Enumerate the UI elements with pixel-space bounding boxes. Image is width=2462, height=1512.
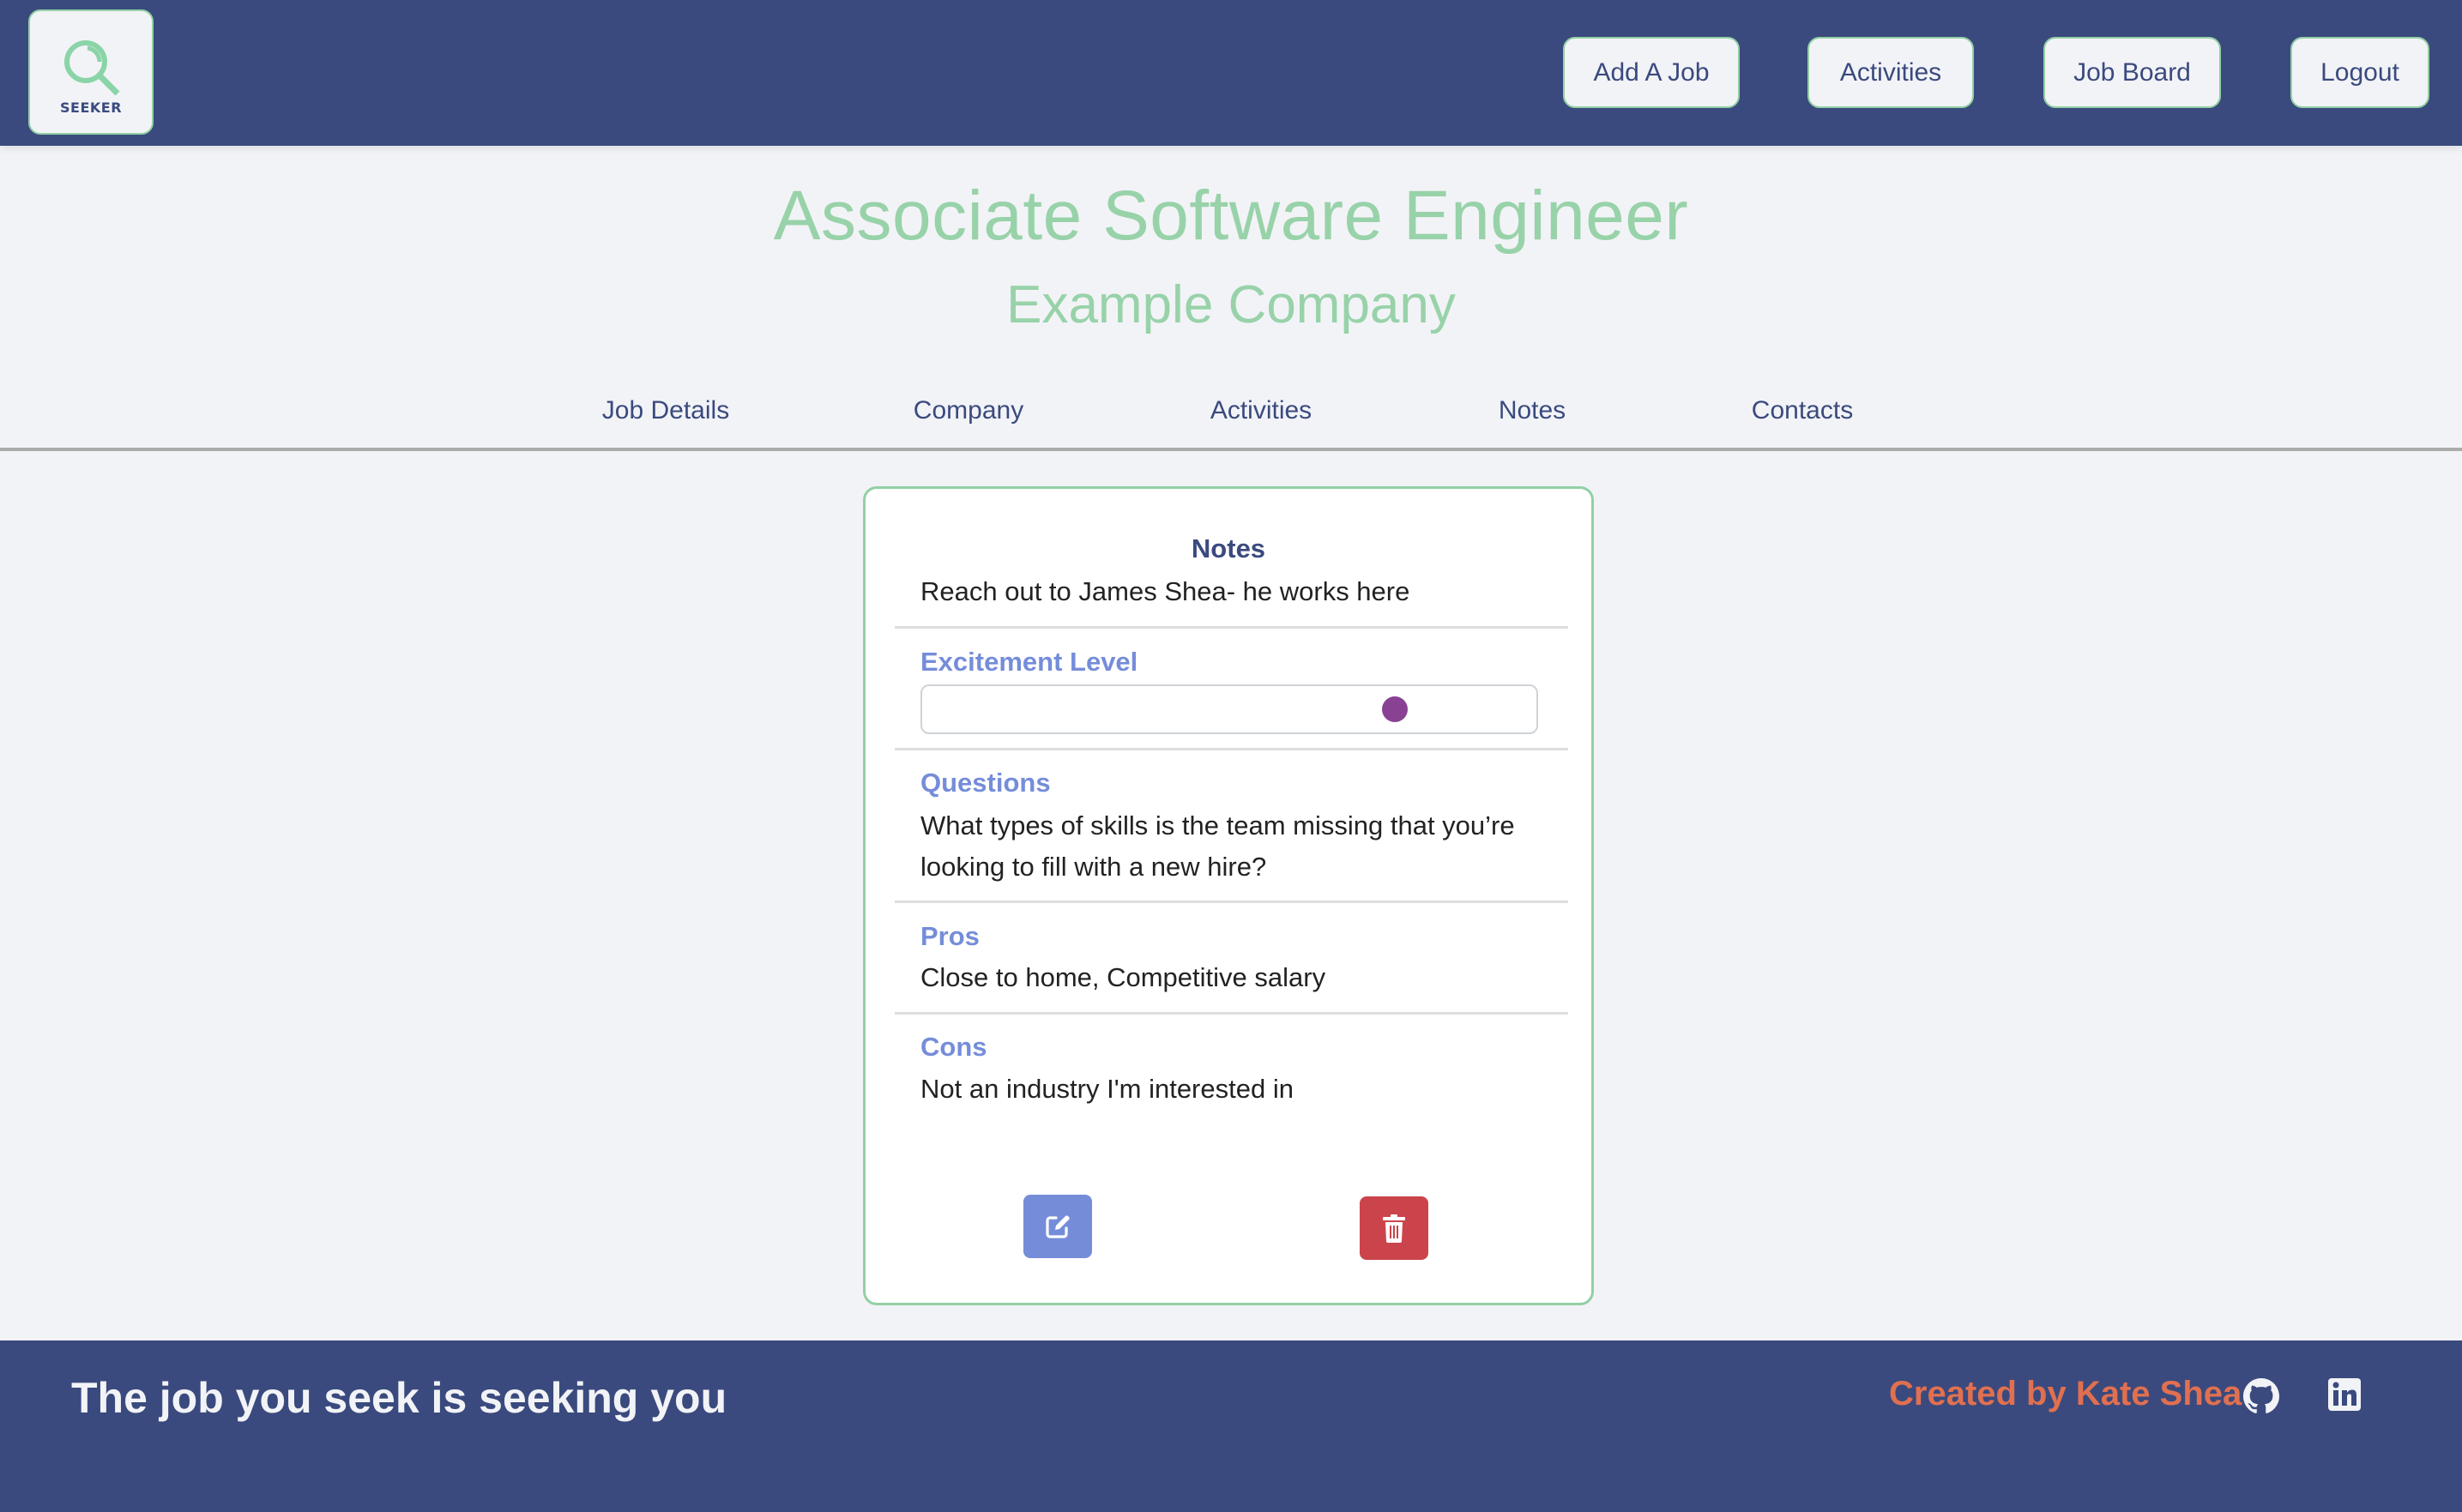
- job-title: Associate Software Engineer: [773, 177, 1689, 255]
- seeker-logo[interactable]: SEEKER: [28, 9, 154, 135]
- magnifier-logo-icon: [64, 40, 120, 96]
- activities-nav-button[interactable]: Activities: [1807, 37, 1974, 108]
- pros-text: Close to home, Competitive salary: [920, 962, 1326, 992]
- tab-contacts[interactable]: Contacts: [1752, 396, 1853, 425]
- pros-label: Pros: [920, 921, 980, 951]
- notes-text: Reach out to James Shea- he works here: [920, 576, 1410, 606]
- cons-text: Not an industry I'm interested in: [920, 1074, 1294, 1104]
- notes-card: Notes Reach out to James Shea- he works …: [863, 486, 1594, 1305]
- excitement-level-label: Excitement Level: [920, 647, 1138, 677]
- notes-heading: Notes: [1191, 533, 1266, 563]
- footer-tagline: The job you seek is seeking you: [71, 1374, 727, 1422]
- delete-button[interactable]: [1360, 1196, 1428, 1260]
- linkedin-icon: [2328, 1378, 2361, 1411]
- navbar: SEEKER Add A Job Activities Job Board Lo…: [0, 0, 2462, 146]
- footer-credit-link[interactable]: Created by Kate Shea: [1889, 1375, 2242, 1413]
- questions-label: Questions: [920, 768, 1051, 798]
- logo-text: SEEKER: [59, 99, 123, 116]
- divider: [895, 1012, 1568, 1015]
- logout-button[interactable]: Logout: [2290, 37, 2429, 108]
- edit-button[interactable]: [1023, 1195, 1092, 1258]
- tab-job-details[interactable]: Job Details: [602, 396, 729, 425]
- tab-notes[interactable]: Notes: [1499, 396, 1566, 425]
- job-board-button[interactable]: Job Board: [2043, 37, 2221, 108]
- github-icon: [2243, 1378, 2279, 1413]
- tabs-divider: [0, 448, 2462, 451]
- linkedin-link[interactable]: [2328, 1378, 2361, 1415]
- trash-icon: [1383, 1214, 1405, 1243]
- tab-company[interactable]: Company: [914, 396, 1023, 425]
- slider-thumb[interactable]: [1382, 696, 1409, 722]
- tab-activities[interactable]: Activities: [1210, 396, 1312, 425]
- divider: [895, 901, 1568, 903]
- add-job-button[interactable]: Add A Job: [1563, 37, 1740, 108]
- footer: The job you seek is seeking you Created …: [0, 1340, 2462, 1512]
- divider: [895, 626, 1568, 629]
- questions-text: What types of skills is the team missing…: [920, 810, 1515, 882]
- edit-icon: [1046, 1215, 1070, 1238]
- company-name: Example Company: [1006, 275, 1456, 334]
- divider: [895, 748, 1568, 750]
- github-link[interactable]: [2243, 1378, 2279, 1419]
- excitement-level-slider[interactable]: [920, 684, 1538, 734]
- cons-label: Cons: [920, 1032, 987, 1062]
